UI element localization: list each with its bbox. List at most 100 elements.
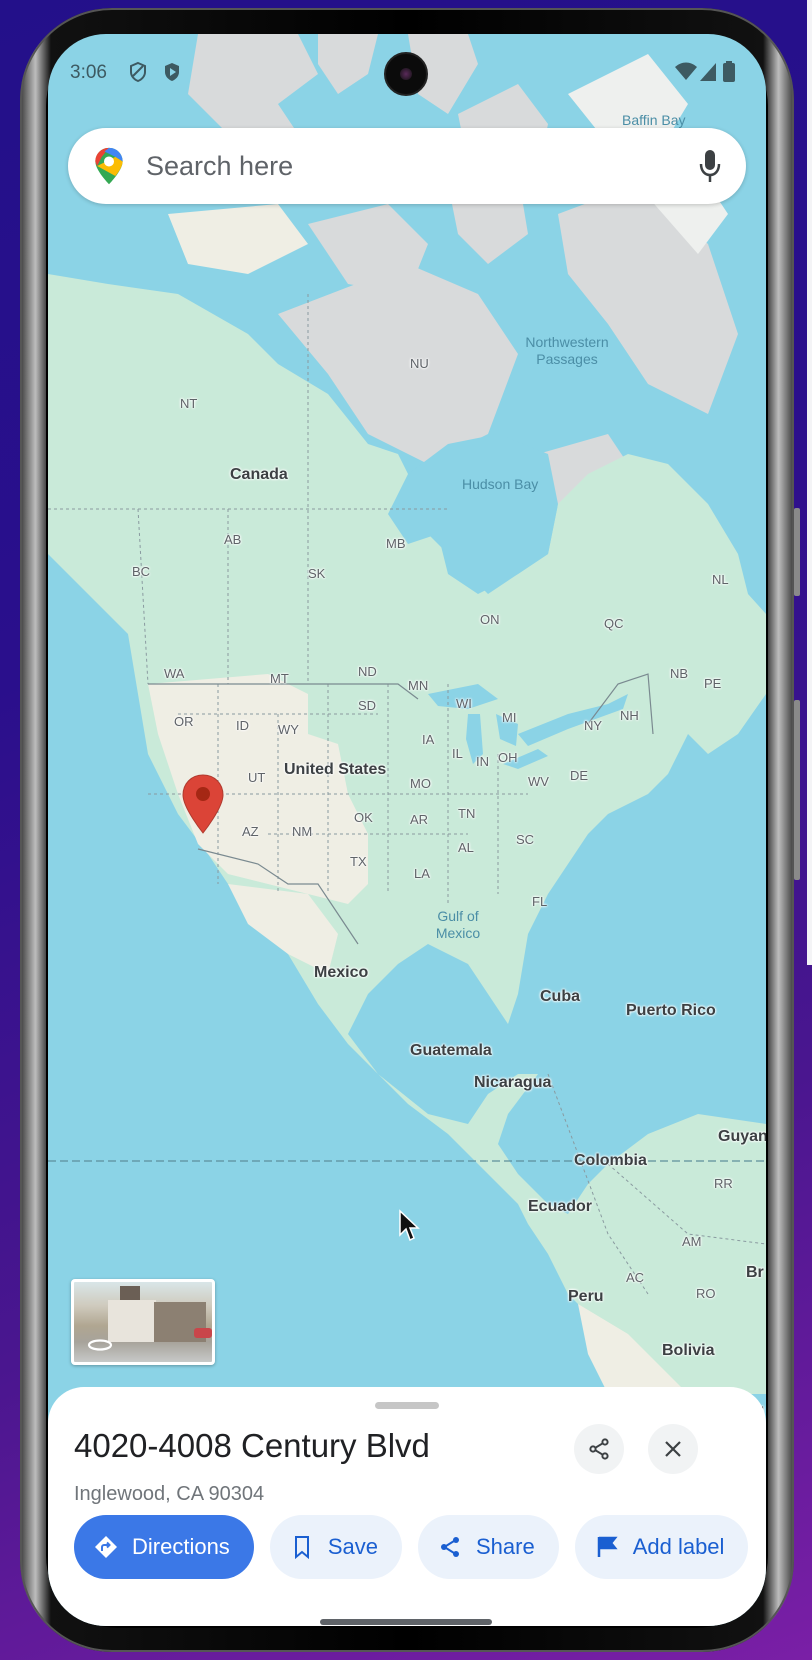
location-marker-icon[interactable] [181, 774, 225, 834]
map-label-sk: SK [308, 566, 326, 581]
cellular-signal-icon [700, 63, 716, 81]
home-indicator[interactable] [320, 1619, 492, 1625]
map-label-al: AL [458, 840, 474, 855]
map-label-mexico: Mexico [314, 964, 369, 981]
save-label: Save [327, 1534, 378, 1559]
map-label-nt: NT [180, 396, 198, 411]
map-label-ny: NY [584, 718, 603, 733]
map-label-ecuador: Ecuador [528, 1198, 593, 1215]
battery-icon [723, 61, 735, 82]
search-bar[interactable]: Search here [68, 128, 746, 204]
map-label-gulf-of-mexico: Gulf of Mexico [435, 908, 481, 941]
map-label-ar: AR [410, 812, 429, 827]
map-label-on: ON [480, 612, 500, 627]
map-label-wi: WI [456, 696, 472, 711]
wifi-icon [675, 62, 697, 80]
background-window-edge [807, 0, 812, 965]
victoria-island [168, 204, 308, 274]
shield-icon [130, 61, 146, 83]
share-button[interactable]: Share [417, 1515, 559, 1579]
map-label-mo: MO [410, 776, 431, 791]
map-label-am: AM [682, 1234, 702, 1249]
place-bottom-sheet: 4020-4008 Century Blvd Inglewood, CA 903… [48, 1387, 766, 1626]
phone-screen: Baffin Bay Northwestern Passages NU NT C… [48, 34, 766, 1626]
map-label-wv: WV [528, 774, 549, 789]
map-label-sd: SD [358, 698, 377, 713]
action-chips: Directions Save Share Add label [74, 1515, 749, 1579]
map-label-mn: MN [408, 678, 429, 693]
map-label-pe: PE [704, 676, 722, 691]
status-time: 3:06 [70, 62, 107, 83]
360-rotate-icon [87, 1339, 113, 1351]
map-label-qc: QC [604, 616, 624, 631]
front-camera [384, 52, 428, 96]
microphone-icon[interactable] [698, 148, 722, 184]
map-label-tn: TN [458, 806, 476, 821]
map-label-nu: NU [410, 356, 429, 371]
map-label-bolivia: Bolivia [662, 1342, 715, 1359]
power-button [794, 508, 800, 596]
map-label-ok: OK [354, 810, 373, 825]
map-label-guyana: Guyan [718, 1128, 766, 1145]
map-label-cuba: Cuba [540, 988, 580, 1005]
map-label-guatemala: Guatemala [410, 1042, 492, 1059]
map-label-de: DE [570, 768, 589, 783]
map-label-id: ID [236, 718, 249, 733]
street-view-thumbnail[interactable] [71, 1279, 215, 1365]
close-icon [665, 1441, 681, 1457]
map-label-ro: RO [696, 1286, 716, 1301]
map-label-bc: BC [132, 564, 151, 579]
map-label-nicaragua: Nicaragua [474, 1074, 552, 1091]
search-input[interactable]: Search here [146, 151, 698, 182]
play-protect-icon [165, 63, 179, 81]
volume-button [794, 700, 800, 880]
map-label-canada: Canada [230, 466, 288, 483]
map-label-ut: UT [248, 770, 266, 785]
directions-label: Directions [132, 1534, 230, 1559]
map-label-wa: WA [164, 666, 185, 681]
map-label-nd: ND [358, 664, 377, 679]
mouse-cursor-icon [399, 1209, 420, 1242]
google-maps-pin-icon [95, 147, 123, 185]
directions-icon [95, 1536, 117, 1558]
map-label-la: LA [414, 866, 430, 881]
map-label-nh: NH [620, 708, 639, 723]
directions-button[interactable]: Directions [74, 1515, 254, 1579]
map-label-northwestern-passages: Northwestern Passages [525, 334, 609, 367]
map-label-colombia: Colombia [574, 1152, 647, 1169]
flag-icon [597, 1536, 618, 1557]
map-label-united-states: United States [284, 761, 387, 778]
share-icon [589, 1438, 609, 1460]
map-label-in: IN [476, 754, 489, 769]
map-label-ac: AC [626, 1270, 645, 1285]
map-label-tx: TX [350, 854, 367, 869]
map-label-mb: MB [386, 536, 406, 551]
share-icon-button[interactable] [574, 1424, 624, 1474]
add-label-label: Add label [632, 1534, 725, 1559]
bookmark-icon [294, 1536, 309, 1559]
map-label-nm: NM [292, 824, 313, 839]
building-facade [108, 1300, 156, 1342]
map-label-baffin-bay: Baffin Bay [622, 112, 686, 128]
add-label-button[interactable]: Add label [574, 1515, 749, 1579]
map-label-nb: NB [670, 666, 689, 681]
map-label-or: OR [174, 714, 194, 729]
map-label-oh: OH [498, 750, 518, 765]
parked-car [194, 1328, 212, 1338]
map-label-il: IL [452, 746, 463, 761]
map-label-nl: NL [712, 572, 729, 587]
place-subtitle: Inglewood, CA 90304 [74, 1483, 265, 1505]
drag-handle[interactable] [375, 1402, 439, 1409]
share-label: Share [475, 1534, 535, 1559]
place-title: 4020-4008 Century Blvd [74, 1427, 430, 1464]
map-label-puerto-rico: Puerto Rico [626, 1002, 716, 1019]
save-button[interactable]: Save [269, 1515, 402, 1579]
map-label-az: AZ [242, 824, 259, 839]
close-button[interactable] [648, 1424, 698, 1474]
share-icon [440, 1537, 459, 1557]
map-label-hudson-bay: Hudson Bay [462, 476, 539, 492]
map-label-peru: Peru [568, 1288, 604, 1305]
arctic-island [318, 34, 378, 94]
map-label-mi: MI [502, 710, 517, 725]
map-label-ia: IA [422, 732, 435, 747]
